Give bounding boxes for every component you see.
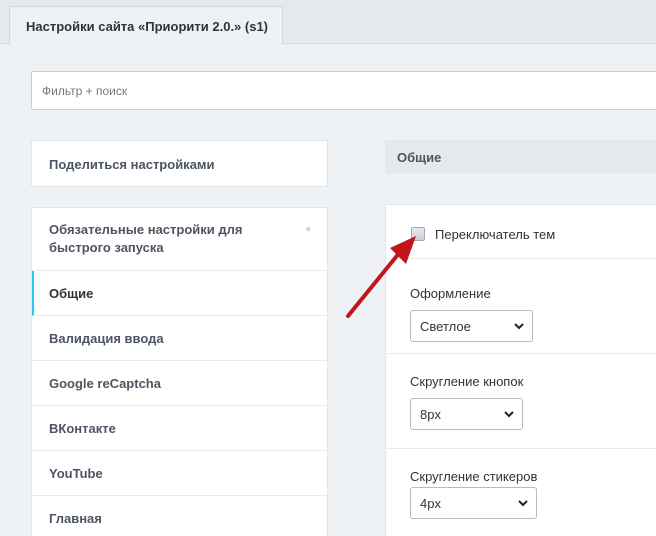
menu-item-label: Главная (49, 511, 102, 526)
chevron-down-icon (514, 323, 524, 330)
filter-search-input[interactable] (32, 72, 656, 109)
button-radius-row: Скругление кнопок 8px (386, 354, 656, 449)
appearance-row: Оформление Светлое (386, 259, 656, 354)
menu-item-label: ВКонтакте (49, 421, 116, 436)
chevron-down-icon (504, 411, 514, 418)
sticker-radius-select[interactable]: 4px (410, 487, 537, 519)
menu-item-input-validation[interactable]: Валидация ввода (32, 316, 327, 361)
asterisk-icon: * (305, 223, 311, 239)
menu-item-main[interactable]: Главная (32, 496, 327, 536)
button-radius-value: 8px (420, 407, 441, 422)
button-radius-select[interactable]: 8px (410, 398, 523, 430)
section-title: Общие (385, 140, 656, 174)
menu-item-recaptcha[interactable]: Google reCaptcha (32, 361, 327, 406)
menu-item-label: YouTube (49, 466, 103, 481)
share-settings-button[interactable]: Поделиться настройками (31, 140, 328, 187)
menu-item-label: Google reCaptcha (49, 376, 161, 391)
theme-switch-label: Переключатель тем (435, 227, 556, 242)
tab-bar: Настройки сайта «Приорити 2.0.» (s1) (0, 0, 656, 45)
menu-item-label: Общие (49, 286, 94, 301)
chevron-down-icon (518, 500, 528, 507)
button-radius-label: Скругление кнопок (410, 374, 524, 389)
filter-search-field[interactable] (31, 71, 656, 110)
menu-item-required-settings[interactable]: Обязательные настройки для быстрого запу… (32, 208, 327, 271)
appearance-label: Оформление (410, 286, 491, 301)
appearance-value: Светлое (420, 319, 471, 334)
menu-item-label: Валидация ввода (49, 331, 164, 346)
theme-switch-row: Переключатель тем (386, 205, 656, 259)
sticker-radius-label: Скругление стикеров (410, 469, 538, 484)
theme-switch-checkbox[interactable] (411, 227, 425, 241)
sticker-radius-row: Скругление стикеров 4px (386, 449, 656, 536)
menu-item-vkontakte[interactable]: ВКонтакте (32, 406, 327, 451)
menu-item-label: Обязательные настройки для быстрого запу… (49, 222, 243, 255)
appearance-select[interactable]: Светлое (410, 310, 533, 342)
tab-site-settings[interactable]: Настройки сайта «Приорити 2.0.» (s1) (9, 6, 283, 45)
sticker-radius-value: 4px (420, 496, 441, 511)
settings-panel: Переключатель тем Оформление Светлое Скр… (385, 204, 656, 536)
menu-item-youtube[interactable]: YouTube (32, 451, 327, 496)
menu-item-general[interactable]: Общие (32, 271, 327, 316)
settings-menu: Обязательные настройки для быстрого запу… (31, 207, 328, 536)
